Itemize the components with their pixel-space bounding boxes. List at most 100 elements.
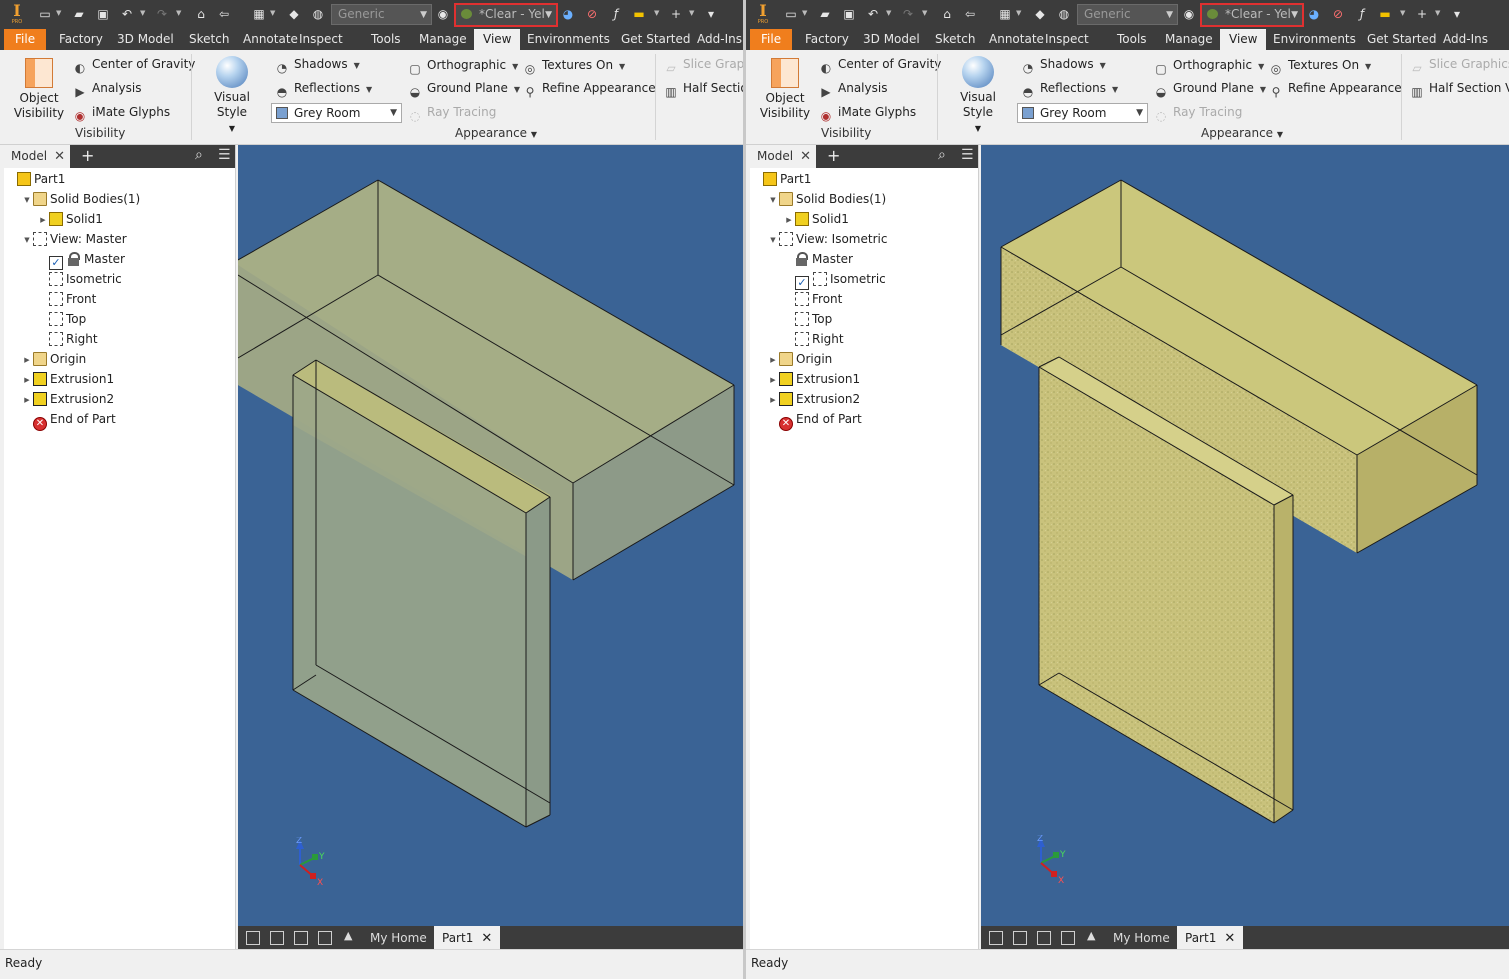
reflections-button[interactable]: ◓ Reflections ▼ <box>1020 80 1118 100</box>
tab-add-ins[interactable]: Add-Ins <box>688 29 743 50</box>
new-icon[interactable]: ▭ <box>38 7 52 21</box>
3d-model-t-section[interactable] <box>238 145 743 926</box>
material-combo[interactable]: *Clear - Yel ▼ <box>454 3 558 27</box>
shadows-button[interactable]: ◔ Shadows ▼ <box>274 56 360 76</box>
tab-3d-model[interactable]: 3D Model <box>108 29 183 50</box>
clear-icon[interactable]: ⊘ <box>585 7 599 21</box>
tree-item-solid1[interactable]: ▶ Solid1 <box>784 209 849 229</box>
close-icon[interactable]: ✕ <box>481 931 492 946</box>
return-icon[interactable]: ⇦ <box>963 7 977 21</box>
search-icon[interactable]: ⌕ <box>195 147 203 163</box>
tab-factory[interactable]: Factory <box>50 29 112 50</box>
tree-item-part1[interactable]: Part1 <box>6 169 65 189</box>
expand-icon[interactable]: ▶ <box>38 210 48 230</box>
tree-item-extrusion1[interactable]: ▶ Extrusion1 <box>22 369 114 389</box>
crosshair-icon[interactable]: + <box>669 7 683 21</box>
appearance-group-label[interactable]: Appearance ▼ <box>455 126 537 140</box>
color-bar-icon[interactable]: ▬ <box>1378 7 1392 21</box>
tab-factory[interactable]: Factory <box>796 29 858 50</box>
open-icon[interactable]: ▰ <box>72 7 86 21</box>
tab-view[interactable]: View <box>1220 29 1267 50</box>
style-combo[interactable]: Generic ▼ <box>1077 4 1178 25</box>
tree-item-solid1[interactable]: ▶ Solid1 <box>38 209 103 229</box>
tree-item-isometric[interactable]: ✓ Isometric <box>784 269 886 290</box>
textures-on-button[interactable]: ◎ Textures On ▼ <box>1268 57 1371 77</box>
part1-tab[interactable]: Part1 ✕ <box>1177 926 1244 950</box>
tab-manage[interactable]: Manage <box>410 29 476 50</box>
expand-icon[interactable]: ▶ <box>22 350 32 370</box>
search-icon[interactable]: ⌕ <box>938 147 946 163</box>
tree-item-master[interactable]: Master <box>784 249 853 269</box>
more-icon[interactable]: ▾ <box>1450 7 1464 21</box>
expand-icon[interactable]: ▼ <box>22 230 32 250</box>
appearance-icon[interactable]: ◆ <box>1033 7 1047 21</box>
tab-inspect[interactable]: Inspect <box>1036 29 1098 50</box>
expand-icon[interactable]: ▶ <box>768 370 778 390</box>
return-icon[interactable]: ⇦ <box>217 7 231 21</box>
expand-icon[interactable]: ▶ <box>22 370 32 390</box>
orthographic-button[interactable]: ▢ Orthographic ▼ <box>407 57 518 77</box>
tab-environments[interactable]: Environments <box>1264 29 1365 50</box>
environment-select[interactable]: Grey Room ▼ <box>1017 103 1148 123</box>
orthographic-button[interactable]: ▢ Orthographic ▼ <box>1153 57 1264 77</box>
expand-icon[interactable]: ▶ <box>22 390 32 410</box>
leg-side-face[interactable] <box>526 497 550 827</box>
appearance-group-label[interactable]: Appearance ▼ <box>1201 126 1283 140</box>
tile-horizontal-icon[interactable] <box>1037 931 1051 945</box>
tab-tools[interactable]: Tools <box>362 29 410 50</box>
visual-style-button[interactable]: Visual Style ▼ <box>199 56 265 136</box>
fx-icon[interactable]: ƒ <box>609 7 623 21</box>
close-icon[interactable]: ✕ <box>1224 931 1235 946</box>
select-icon[interactable]: ▦ <box>252 7 266 21</box>
tab-sketch[interactable]: Sketch <box>926 29 984 50</box>
tile-icon[interactable] <box>1013 931 1027 945</box>
undo-icon[interactable]: ↶ <box>866 7 880 21</box>
tab-sketch[interactable]: Sketch <box>180 29 238 50</box>
slice-graphics-button[interactable]: ▱ Slice Graphics <box>1409 56 1509 76</box>
arrow-up-icon[interactable]: ▲ <box>1087 929 1095 942</box>
imate-glyphs-button[interactable]: ◉ iMate Glyphs <box>818 104 916 124</box>
tab-inspect[interactable]: Inspect <box>290 29 352 50</box>
my-home-tab[interactable]: My Home <box>362 926 435 950</box>
cascade-icon[interactable] <box>989 931 1003 945</box>
expand-icon[interactable]: ▶ <box>768 390 778 410</box>
app-logo[interactable]: I PRO <box>756 3 770 26</box>
new-icon[interactable]: ▭ <box>784 7 798 21</box>
half-section-view-button[interactable]: ▥Half Section Vie <box>1409 80 1509 100</box>
tree-item-right[interactable]: Right <box>38 329 98 349</box>
environment-select[interactable]: Grey Room ▼ <box>271 103 402 123</box>
leg-side-face[interactable] <box>1274 495 1293 823</box>
tab-environments[interactable]: Environments <box>518 29 619 50</box>
shadows-button[interactable]: ◔ Shadows ▼ <box>1020 56 1106 76</box>
ground-plane-button[interactable]: ◒ Ground Plane ▼ <box>1153 80 1266 100</box>
half-section-view-button[interactable]: ▥ Half Sectio <box>663 80 743 100</box>
more-icon[interactable]: ▾ <box>704 7 718 21</box>
color-bar-icon[interactable]: ▬ <box>632 7 646 21</box>
tree-item-view-master[interactable]: ▼ View: Master <box>22 229 127 249</box>
redo-icon[interactable]: ↷ <box>155 7 169 21</box>
tree-item-extrusion1[interactable]: ▶ Extrusion1 <box>768 369 860 389</box>
add-tab-icon[interactable]: + <box>81 145 94 167</box>
tile-horizontal-icon[interactable] <box>294 931 308 945</box>
home-icon[interactable]: ⌂ <box>940 7 954 21</box>
menu-icon[interactable]: ☰ <box>961 147 974 163</box>
tile-vertical-icon[interactable] <box>318 931 332 945</box>
crosshair-icon[interactable]: + <box>1415 7 1429 21</box>
select-icon[interactable]: ▦ <box>998 7 1012 21</box>
tree-item-extrusion2[interactable]: ▶ Extrusion2 <box>768 389 860 409</box>
adjust-icon[interactable]: ◕ <box>1307 7 1321 21</box>
save-icon[interactable]: ▣ <box>96 7 110 21</box>
expand-icon[interactable]: ▼ <box>768 230 778 250</box>
graphics-viewport[interactable]: Z Y X <box>238 145 743 926</box>
redo-icon[interactable]: ↷ <box>901 7 915 21</box>
material-combo[interactable]: *Clear - Yel ▼ <box>1200 3 1304 27</box>
tree-item-end-of-part[interactable]: ✕ End of Part <box>22 409 116 431</box>
undo-icon[interactable]: ↶ <box>120 7 134 21</box>
material-sphere-icon[interactable]: ◍ <box>1057 7 1071 21</box>
add-tab-icon[interactable]: + <box>827 145 840 167</box>
graphics-viewport[interactable]: Z Y X <box>981 145 1509 926</box>
open-icon[interactable]: ▰ <box>818 7 832 21</box>
home-icon[interactable]: ⌂ <box>194 7 208 21</box>
analysis-button[interactable]: ▶ Analysis <box>72 80 141 100</box>
appearance-icon[interactable]: ◆ <box>287 7 301 21</box>
